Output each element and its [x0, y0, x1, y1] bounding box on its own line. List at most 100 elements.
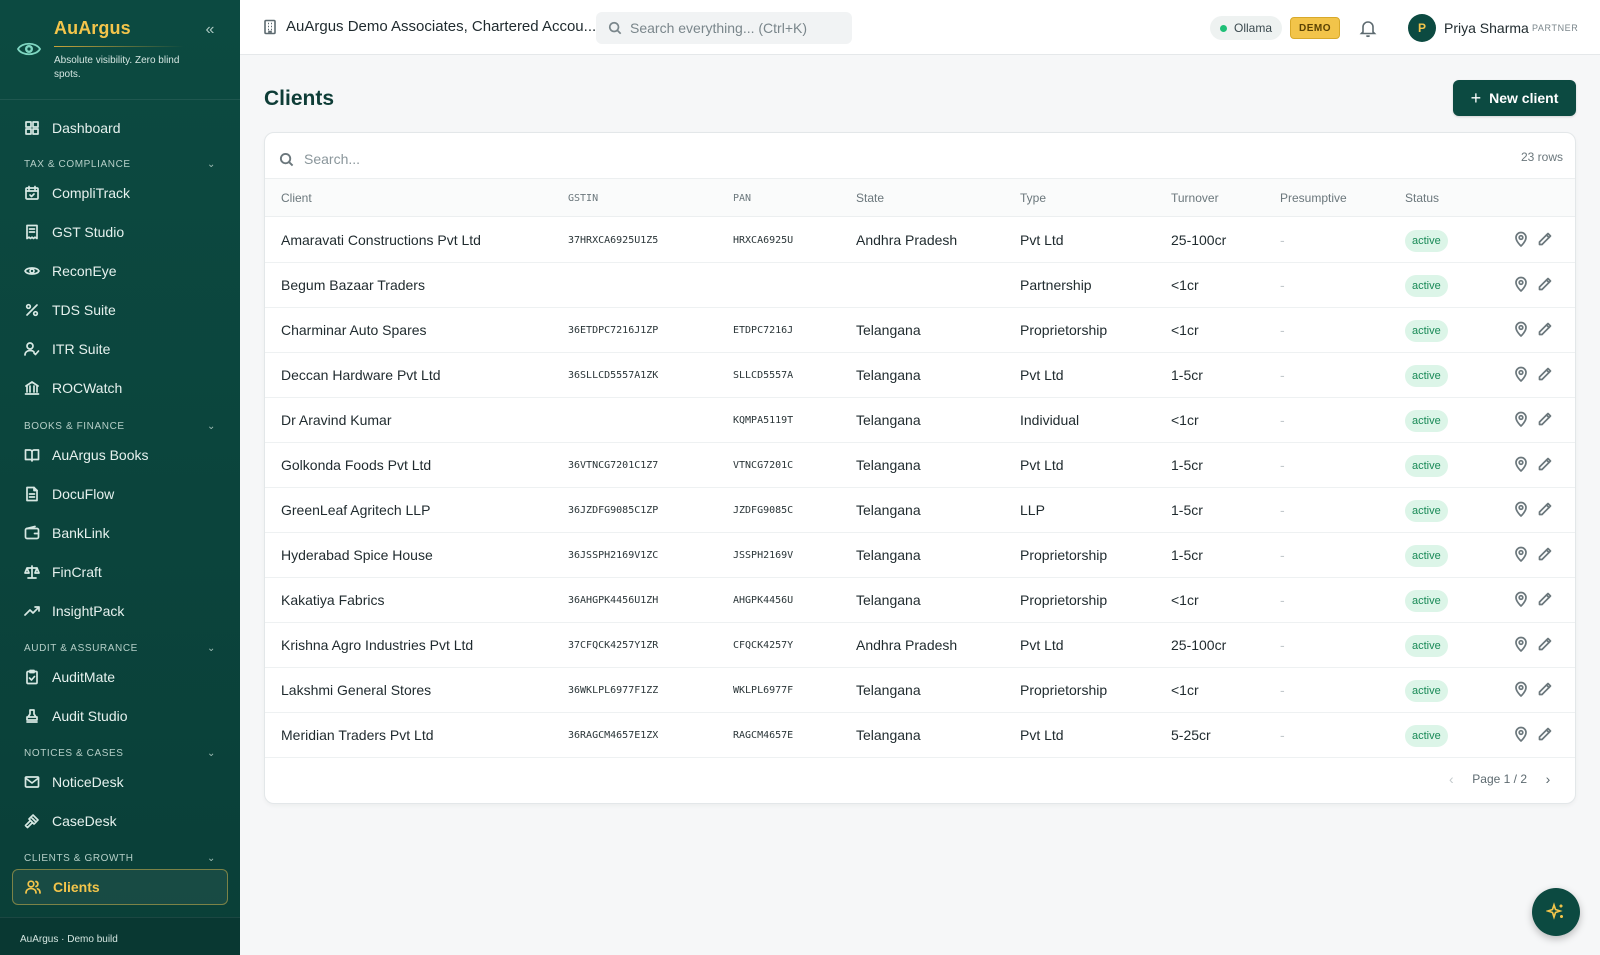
- table-row[interactable]: Krishna Agro Industries Pvt Ltd 37CFQCK42…: [265, 623, 1575, 668]
- sidebar-item-rocwatch[interactable]: ROCWatch: [12, 370, 228, 406]
- table-row[interactable]: Begum Bazaar Traders Partnership <1cr - acti…: [265, 263, 1575, 308]
- map-pin-icon[interactable]: [1513, 726, 1531, 744]
- cell-gstin: 36WKLPL6977F1ZZ: [568, 685, 659, 696]
- map-pin-icon[interactable]: [1513, 636, 1531, 654]
- sidebar-item-auditmate[interactable]: AuditMate: [12, 659, 228, 695]
- column-header-gstin[interactable]: GSTIN: [568, 193, 598, 204]
- cell-state: Telangana: [856, 412, 921, 428]
- column-header-type[interactable]: Type: [1020, 191, 1046, 205]
- table-row[interactable]: Dr Aravind Kumar KQMPA5119T Telangana Indiv…: [265, 398, 1575, 443]
- pencil-icon[interactable]: [1537, 501, 1555, 519]
- topbar: AuArgus Demo Associates, Chartered Accou…: [240, 0, 1600, 55]
- sidebar-item-itr-suite[interactable]: ITR Suite: [12, 331, 228, 367]
- cell-client: Amaravati Constructions Pvt Ltd: [281, 232, 481, 248]
- new-client-button[interactable]: + New client: [1453, 80, 1576, 116]
- sidebar-item-noticedesk[interactable]: NoticeDesk: [12, 764, 228, 800]
- section-books-finance[interactable]: BOOKS & FINANCE ⌄: [24, 417, 216, 435]
- section-tax-compliance[interactable]: TAX & COMPLIANCE ⌄: [24, 155, 216, 173]
- cell-turnover: <1cr: [1171, 277, 1199, 293]
- sidebar-item-audit-studio[interactable]: Audit Studio: [12, 698, 228, 734]
- cell-pan: KQMPA5119T: [733, 415, 794, 426]
- table-row[interactable]: Deccan Hardware Pvt Ltd 36SLLCD5557A1ZK SL…: [265, 353, 1575, 398]
- sidebar-item-casedesk[interactable]: CaseDesk: [12, 803, 228, 839]
- pencil-icon[interactable]: [1537, 681, 1555, 699]
- section-clients-growth[interactable]: CLIENTS & GROWTH ⌄: [24, 849, 216, 867]
- org-switcher[interactable]: AuArgus Demo Associates, Chartered Accou…: [262, 18, 596, 35]
- pencil-icon[interactable]: [1537, 321, 1555, 339]
- cell-turnover: 1-5cr: [1171, 457, 1203, 473]
- sidebar-item-label: ITR Suite: [52, 341, 111, 357]
- global-search-input[interactable]: Search everything... (Ctrl+K): [596, 12, 852, 44]
- map-pin-icon[interactable]: [1513, 546, 1531, 564]
- table-row[interactable]: Golkonda Foods Pvt Ltd 36VTNCG7201C1Z7 VTN…: [265, 443, 1575, 488]
- map-pin-icon[interactable]: [1513, 501, 1531, 519]
- ai-assistant-button[interactable]: [1532, 888, 1580, 936]
- cell-gstin: 36RAGCM4657E1ZX: [568, 730, 659, 741]
- table-row[interactable]: Kakatiya Fabrics 36AHGPK4456U1ZH AHGPK4456…: [265, 578, 1575, 623]
- sidebar-item-label: DocuFlow: [52, 486, 115, 502]
- map-pin-icon[interactable]: [1513, 321, 1531, 339]
- pencil-icon[interactable]: [1537, 456, 1555, 474]
- table-row[interactable]: Meridian Traders Pvt Ltd 36RAGCM4657E1ZX R…: [265, 713, 1575, 758]
- map-pin-icon[interactable]: [1513, 366, 1531, 384]
- table-search-input[interactable]: Search...: [279, 147, 1179, 171]
- avatar[interactable]: P: [1408, 14, 1436, 42]
- chevrons-left-icon[interactable]: «: [200, 20, 220, 40]
- cell-gstin: 36SLLCD5557A1ZK: [568, 370, 659, 381]
- column-header-client[interactable]: Client: [281, 191, 312, 205]
- map-pin-icon[interactable]: [1513, 591, 1531, 609]
- table-row[interactable]: Hyderabad Spice House 36JSSPH2169V1ZC JSSP…: [265, 533, 1575, 578]
- sidebar-item-gst-studio[interactable]: GST Studio: [12, 214, 228, 250]
- chevron-right-icon[interactable]: ›: [1539, 771, 1557, 787]
- search-icon: [279, 152, 294, 166]
- bell-icon[interactable]: [1358, 18, 1378, 38]
- pencil-icon[interactable]: [1537, 231, 1555, 249]
- sidebar-item-insightpack[interactable]: InsightPack: [12, 593, 228, 629]
- cell-type: Proprietorship: [1020, 322, 1108, 338]
- user-name[interactable]: Priya Sharma: [1444, 20, 1529, 36]
- section-audit-assurance[interactable]: AUDIT & ASSURANCE ⌄: [24, 639, 216, 657]
- sidebar-item-tds-suite[interactable]: TDS Suite: [12, 292, 228, 328]
- sidebar-item-banklink[interactable]: BankLink: [12, 515, 228, 551]
- status-badge: active: [1405, 275, 1448, 297]
- table-row[interactable]: Charminar Auto Spares 36ETDPC7216J1ZP ETDP…: [265, 308, 1575, 353]
- sidebar-item-reconeye[interactable]: ReconEye: [12, 253, 228, 289]
- table-row[interactable]: Lakshmi General Stores 36WKLPL6977F1ZZ WKL…: [265, 668, 1575, 713]
- map-pin-icon[interactable]: [1513, 276, 1531, 294]
- cell-client: Charminar Auto Spares: [281, 322, 427, 338]
- map-pin-icon[interactable]: [1513, 456, 1531, 474]
- cell-gstin: 36JZDFG9085C1ZP: [568, 505, 659, 516]
- column-header-presumptive[interactable]: Presumptive: [1280, 191, 1347, 205]
- sidebar-item-fincraft[interactable]: FinCraft: [12, 554, 228, 590]
- pencil-icon[interactable]: [1537, 276, 1555, 294]
- sidebar-item-clients[interactable]: Clients: [12, 869, 228, 905]
- column-header-turnover[interactable]: Turnover: [1171, 191, 1219, 205]
- map-pin-icon[interactable]: [1513, 231, 1531, 249]
- cell-client: Golkonda Foods Pvt Ltd: [281, 457, 432, 473]
- table-row[interactable]: Amaravati Constructions Pvt Ltd 37HRXCA69…: [265, 218, 1575, 263]
- section-notices-cases[interactable]: NOTICES & CASES ⌄: [24, 744, 216, 762]
- sidebar-item-docuflow[interactable]: DocuFlow: [12, 476, 228, 512]
- map-pin-icon[interactable]: [1513, 681, 1531, 699]
- column-header-pan[interactable]: PAN: [733, 193, 751, 204]
- table-row[interactable]: GreenLeaf Agritech LLP 36JZDFG9085C1ZP JZD…: [265, 488, 1575, 533]
- pencil-icon[interactable]: [1537, 726, 1555, 744]
- pencil-icon[interactable]: [1537, 546, 1555, 564]
- chevron-left-icon[interactable]: ‹: [1442, 771, 1460, 787]
- pencil-icon[interactable]: [1537, 636, 1555, 654]
- users-icon: [25, 880, 41, 894]
- llm-status-pill[interactable]: Ollama: [1210, 16, 1283, 40]
- cell-client: Begum Bazaar Traders: [281, 277, 425, 293]
- cell-type: Pvt Ltd: [1020, 637, 1064, 653]
- pencil-icon[interactable]: [1537, 411, 1555, 429]
- map-pin-icon[interactable]: [1513, 411, 1531, 429]
- llm-status-label: Ollama: [1234, 21, 1273, 35]
- pencil-icon[interactable]: [1537, 366, 1555, 384]
- sidebar-item-complitrack[interactable]: CompliTrack: [12, 175, 228, 211]
- sidebar-item-auargus-books[interactable]: AuArgus Books: [12, 437, 228, 473]
- column-header-state[interactable]: State: [856, 191, 884, 205]
- pencil-icon[interactable]: [1537, 591, 1555, 609]
- column-header-status[interactable]: Status: [1405, 191, 1439, 205]
- sidebar-item-dashboard[interactable]: Dashboard: [12, 110, 228, 146]
- brand-underline: [54, 46, 184, 47]
